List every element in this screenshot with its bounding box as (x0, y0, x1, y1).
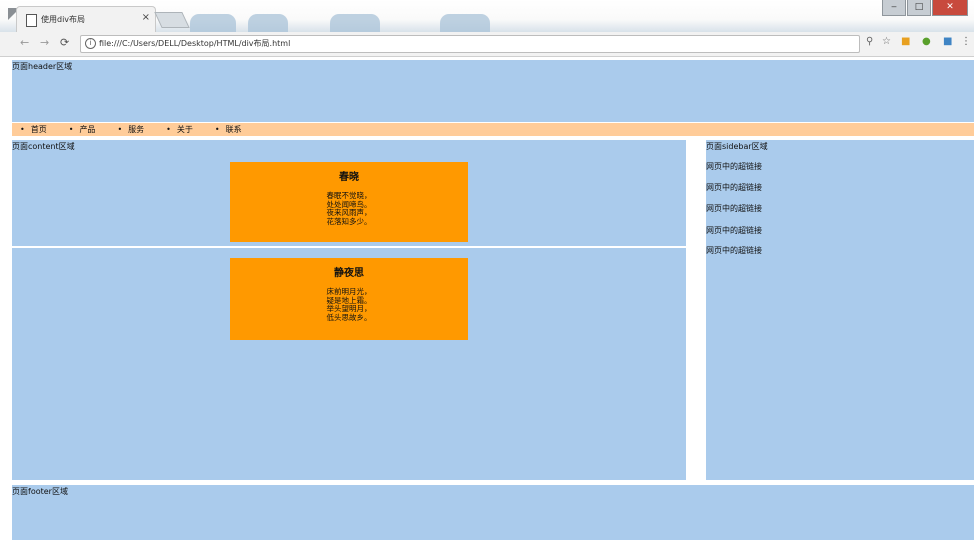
minimize-button[interactable]: ‒ (882, 0, 906, 16)
search-icon[interactable]: ⚲ (866, 36, 873, 47)
poem-box: 春晓 春眠不觉晓， 处处闻啼鸟。 夜来风雨声， 花落知多少。 (230, 162, 468, 242)
extension-icon[interactable]: ■ (901, 36, 910, 47)
sidebar: 页面sidebar区域 网页中的超链接 网页中的超链接 网页中的超链接 网页中的… (706, 140, 974, 480)
tab-close-icon[interactable]: × (142, 12, 150, 23)
bullet-icon: • (20, 125, 25, 134)
new-tab-button[interactable] (154, 12, 190, 28)
nav-item-label: 关于 (176, 125, 193, 134)
address-bar[interactable]: i file:///C:/Users/DELL/Desktop/HTML/div… (80, 35, 860, 53)
extension-icon[interactable]: ● (922, 36, 931, 47)
content-label: 页面content区域 (12, 142, 75, 151)
extension-icon[interactable]: ■ (943, 36, 952, 47)
nav-item[interactable]: • 首页 (20, 124, 47, 135)
desktop-background (440, 14, 490, 32)
sidebar-link[interactable]: 网页中的超链接 (706, 203, 762, 214)
browser-tab[interactable]: 使用div布局 × (16, 6, 156, 32)
content-area: 页面content区域 春晓 春眠不觉晓， 处处闻啼鸟。 夜来风雨声， 花落知多… (12, 140, 686, 480)
bookmark-star-icon[interactable]: ☆ (882, 36, 891, 47)
info-icon[interactable]: i (85, 38, 96, 49)
page-icon (26, 14, 37, 27)
browser-toolbar: ← → ⟳ i file:///C:/Users/DELL/Desktop/HT… (0, 32, 974, 57)
bullet-icon: • (166, 125, 171, 134)
nav-item-label: 首页 (30, 125, 47, 134)
sidebar-label: 页面sidebar区域 (706, 142, 768, 151)
desktop-background (190, 14, 236, 32)
window-controls: ‒ □ ✕ (882, 0, 968, 18)
page-header: 页面header区域 (12, 60, 974, 122)
nav-item[interactable]: • 服务 (117, 124, 144, 135)
page-footer: 页面footer区域 (12, 485, 974, 540)
bullet-icon: • (68, 125, 74, 134)
close-window-button[interactable]: ✕ (932, 0, 968, 16)
maximize-button[interactable]: □ (907, 0, 931, 16)
header-label: 页面header区域 (12, 62, 73, 71)
desktop-background (330, 14, 380, 32)
footer-label: 页面footer区域 (12, 487, 68, 496)
sidebar-link[interactable]: 网页中的超链接 (706, 225, 762, 236)
desktop-background (248, 14, 288, 32)
bullet-icon: • (117, 125, 123, 134)
browser-titlebar: 使用div布局 × ‒ □ ✕ (0, 0, 974, 32)
menu-icon[interactable]: ⋮ (961, 36, 971, 47)
bullet-icon: • (214, 125, 220, 134)
nav-item-label: 联系 (225, 125, 242, 134)
poem-line: 花落知多少。 (326, 216, 372, 226)
sidebar-link[interactable]: 网页中的超链接 (706, 182, 762, 193)
nav-item[interactable]: • 产品 (69, 124, 96, 135)
poem-title: 静夜思 (334, 268, 364, 279)
poem-title: 春晓 (339, 172, 359, 183)
section-divider (12, 246, 686, 248)
back-arrow-icon[interactable]: ← (20, 36, 29, 49)
reload-icon[interactable]: ⟳ (60, 36, 69, 49)
nav-item[interactable]: • 联系 (215, 124, 242, 135)
poem-box: 静夜思 床前明月光， 疑是地上霜。 举头望明月， 低头思故乡。 (230, 258, 468, 340)
sidebar-link[interactable]: 网页中的超链接 (706, 245, 762, 256)
tab-title: 使用div布局 (41, 15, 86, 24)
nav-item-label: 服务 (128, 125, 145, 134)
nav-bar: • 首页 • 产品 • 服务 • 关于 • 联系 (12, 123, 974, 136)
forward-arrow-icon[interactable]: → (40, 36, 49, 49)
page-body: 页面header区域 • 首页 • 产品 • 服务 • 关于 • 联系 页面co… (12, 60, 974, 540)
nav-item-label: 产品 (79, 125, 96, 134)
poem-line: 低头思故乡。 (326, 312, 372, 322)
address-url: file:///C:/Users/DELL/Desktop/HTML/div布局… (99, 39, 291, 48)
nav-item[interactable]: • 关于 (166, 124, 193, 135)
sidebar-link[interactable]: 网页中的超链接 (706, 161, 762, 172)
